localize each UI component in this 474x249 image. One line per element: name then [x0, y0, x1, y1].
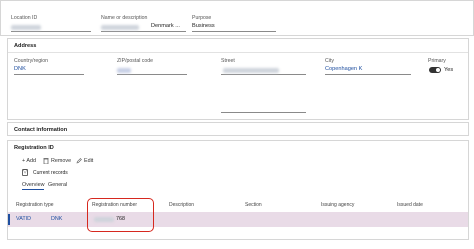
remove-label: Remove	[51, 157, 72, 164]
col-issued-date[interactable]: Issued date	[397, 202, 423, 208]
zip-label: ZIP/postal code	[117, 58, 154, 64]
filter-icon[interactable]: ▽	[22, 169, 28, 176]
address-title: Address	[14, 43, 37, 49]
purpose-field[interactable]: Business	[192, 23, 276, 32]
city-value: Copenhagen K	[325, 66, 363, 72]
city-field[interactable]: Copenhagen K	[325, 66, 411, 75]
address-panel: Address Country/region DNK ZIP/postal co…	[7, 38, 469, 120]
name-blurred	[101, 25, 139, 30]
zip-field[interactable]	[117, 66, 187, 75]
contact-panel[interactable]: Contact information	[7, 122, 469, 136]
col-registration-type[interactable]: Registration type	[16, 202, 54, 208]
location-id-field[interactable]	[11, 23, 91, 32]
street-label: Street	[221, 58, 235, 64]
header-bar: Location ID Name or description Denmark …	[0, 0, 474, 36]
street-field[interactable]	[221, 66, 306, 75]
remove-button[interactable]: Remove	[43, 157, 71, 164]
registration-panel: Registration ID + Add Remove Edit ▽ Curr…	[7, 140, 469, 240]
country-field[interactable]: DNK	[14, 66, 84, 75]
name-value: Denmark ...	[151, 23, 180, 29]
purpose-value: Business	[192, 23, 215, 29]
tab-general[interactable]: General	[48, 182, 67, 188]
primary-toggle-icon[interactable]	[429, 67, 441, 73]
name-label: Name or description	[101, 15, 148, 21]
country-label: Country/region	[14, 58, 49, 64]
edit-button[interactable]: Edit	[76, 157, 93, 164]
street-value	[223, 68, 279, 73]
purpose-label: Purpose	[192, 15, 212, 21]
tab-overview[interactable]: Overview	[22, 182, 45, 190]
row-selector[interactable]	[8, 214, 10, 225]
primary-value: Yes	[444, 67, 454, 73]
zip-value	[117, 68, 131, 73]
add-button[interactable]: + Add	[22, 158, 36, 164]
contact-title: Contact information	[14, 127, 68, 133]
table-row[interactable]: VATID DNK 768	[8, 212, 468, 227]
name-field[interactable]: Denmark ...	[101, 23, 186, 32]
col-section[interactable]: Section	[245, 202, 262, 208]
edit-label: Edit	[84, 157, 94, 164]
cell-country[interactable]: DNK	[51, 216, 62, 222]
registration-number-highlight	[87, 198, 154, 232]
location-id-value	[11, 25, 41, 30]
country-value: DNK	[14, 66, 26, 72]
filter-label: Current records	[33, 170, 68, 176]
pencil-icon	[76, 158, 82, 164]
street-multiline-area[interactable]	[221, 77, 306, 113]
registration-title: Registration ID	[14, 145, 54, 151]
col-issuing-agency[interactable]: Issuing agency	[321, 202, 354, 208]
location-id-label: Location ID	[11, 15, 38, 21]
city-label: City	[325, 58, 334, 64]
trash-icon	[43, 158, 49, 164]
col-description[interactable]: Description	[169, 202, 194, 208]
cell-registration-type[interactable]: VATID	[16, 216, 31, 222]
primary-label: Primary	[428, 58, 446, 64]
address-divider	[8, 52, 468, 53]
